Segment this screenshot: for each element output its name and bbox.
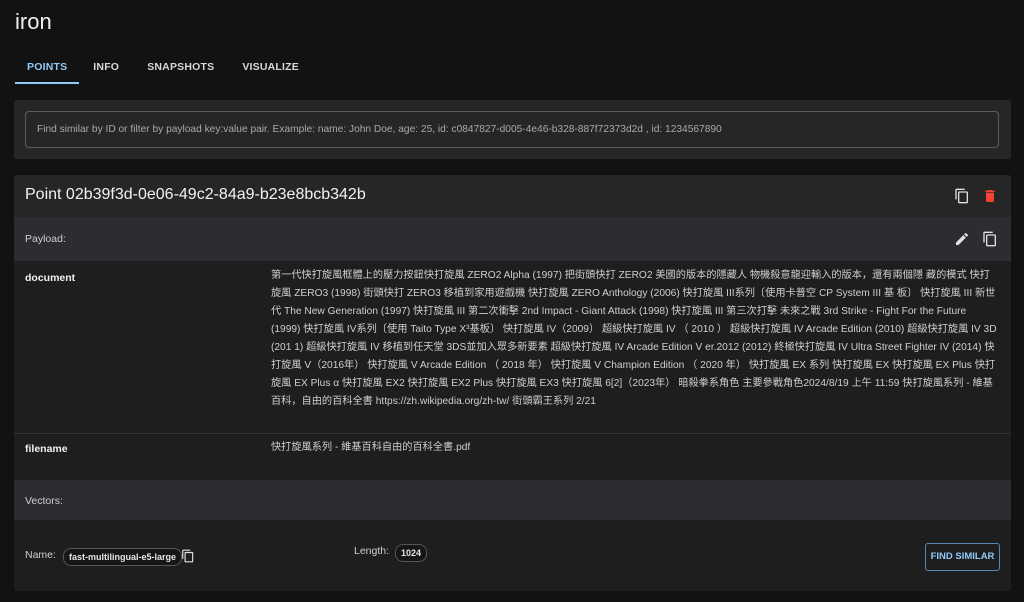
- copy-icon[interactable]: [954, 188, 970, 204]
- payload-label: Payload:: [25, 233, 66, 245]
- tab-info[interactable]: INFO: [79, 52, 133, 83]
- point-card-header: Point 02b39f3d-0e06-49c2-84a9-b23e8bcb34…: [14, 175, 1011, 217]
- search-input[interactable]: [35, 123, 998, 136]
- vectors-section-header: Vectors:: [14, 480, 1011, 520]
- copy-icon[interactable]: [181, 549, 195, 563]
- point-card: Point 02b39f3d-0e06-49c2-84a9-b23e8bcb34…: [14, 175, 1011, 591]
- find-similar-button[interactable]: FIND SIMILAR: [925, 543, 1000, 571]
- divider: [14, 433, 1011, 434]
- edit-icon[interactable]: [954, 231, 970, 247]
- vector-name-label: Name:: [25, 549, 56, 561]
- vector-name-chip: fast-multilingual-e5-large: [63, 548, 183, 566]
- delete-icon[interactable]: [982, 188, 998, 204]
- tab-bar: POINTS INFO SNAPSHOTS VISUALIZE: [15, 52, 313, 84]
- page-title: iron: [15, 9, 52, 34]
- payload-section-header: Payload:: [14, 217, 1011, 261]
- copy-icon[interactable]: [982, 231, 998, 247]
- payload-row-document: document 第一代快打旋風框體上的壓力按鈕快打旋風 ZERO2 Alpha…: [14, 261, 1011, 433]
- payload-value: 快打旋風系列 - 維基百科自由的百科全書.pdf: [271, 442, 471, 453]
- tab-snapshots[interactable]: SNAPSHOTS: [133, 52, 228, 83]
- payload-key: document: [25, 272, 76, 284]
- point-title: Point 02b39f3d-0e06-49c2-84a9-b23e8bcb34…: [25, 186, 366, 203]
- vector-length-label: Length:: [354, 545, 390, 557]
- vector-length-chip: 1024: [395, 544, 428, 562]
- search-panel: [14, 100, 1011, 159]
- tab-points[interactable]: POINTS: [15, 52, 80, 84]
- vectors-label: Vectors:: [25, 495, 63, 507]
- payload-value: 第一代快打旋風框體上的壓力按鈕快打旋風 ZERO2 Alpha (1997) 把…: [271, 270, 997, 407]
- search-box: [25, 111, 999, 148]
- tab-visualize[interactable]: VISUALIZE: [228, 52, 313, 83]
- payload-key: filename: [25, 443, 68, 455]
- vector-row: Name: fast-multilingual-e5-large Length:…: [14, 520, 1011, 591]
